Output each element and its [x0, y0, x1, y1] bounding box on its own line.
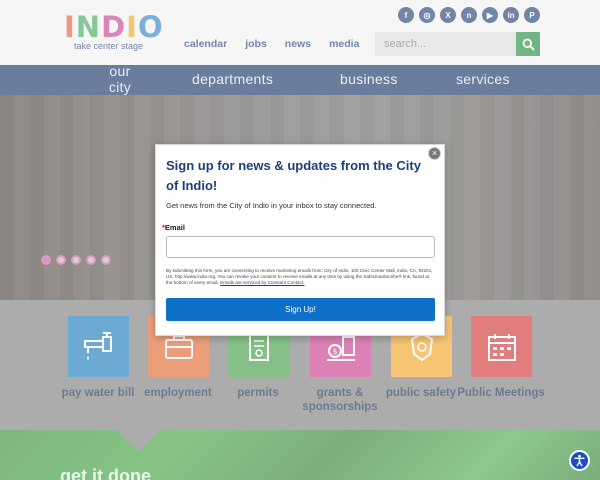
- close-icon[interactable]: ×: [428, 147, 441, 160]
- sign-up-button[interactable]: Sign Up!: [166, 298, 435, 321]
- email-field[interactable]: [166, 236, 435, 258]
- consent-text: By submitting this form, you are consent…: [166, 268, 433, 285]
- modal-subtitle: Get news from the City of Indio in your …: [166, 201, 377, 210]
- accessibility-button[interactable]: [569, 450, 590, 471]
- accessibility-icon: [574, 454, 585, 467]
- email-label: *Email: [162, 223, 185, 232]
- modal-title: Sign up for news & updates from the City…: [166, 158, 421, 193]
- constant-contact-link[interactable]: Emails are serviced by Constant Contact.: [220, 280, 304, 285]
- signup-modal: × Sign up for news & updates from the Ci…: [155, 144, 445, 336]
